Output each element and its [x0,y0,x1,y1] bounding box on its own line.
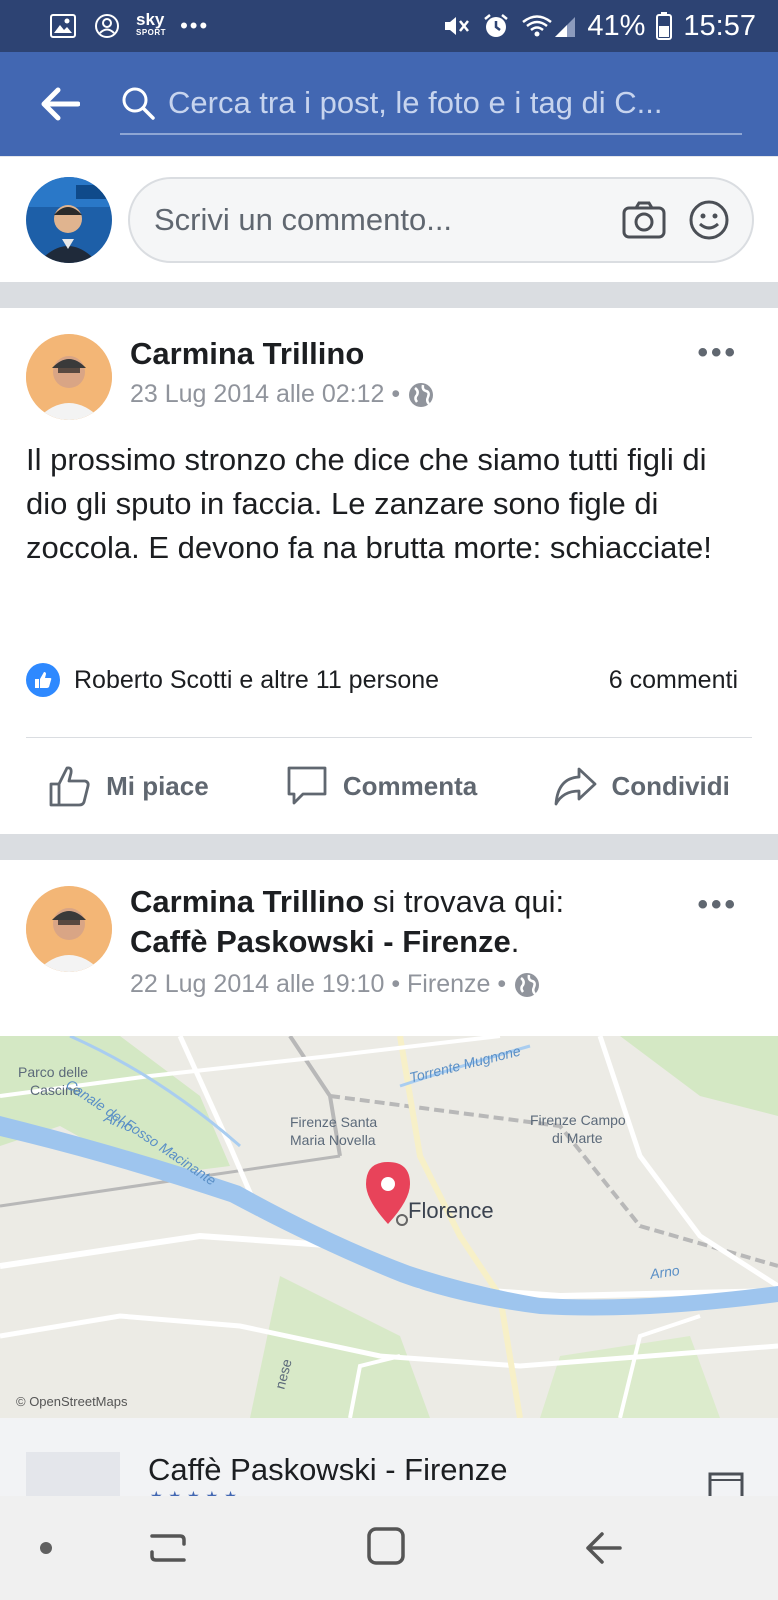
battery-percent: 41% [587,9,646,42]
map-label-campo-1: Firenze Campo [530,1112,626,1128]
map-graphic [0,1036,778,1418]
like-reaction-icon [26,663,60,697]
clock: 15:57 [683,9,756,42]
place-name: Caffè Paskowski - Firenze [148,1452,508,1487]
app-header: Cerca tra i post, le foto e i tag di C..… [0,52,778,156]
location-prefix: si trovava qui: [364,884,565,919]
alarm-icon [481,11,511,41]
post-header: Carmina Trillino si trovava qui: Caffè P… [0,860,778,1036]
author-name[interactable]: Carmina Trillino [130,336,434,372]
comment-placeholder: Scrivi un commento... [154,201,453,237]
place-link[interactable]: Caffè Paskowski - Firenze [130,924,511,959]
map-label-parco: Parco delle [18,1064,89,1080]
status-left: sky SPORT ••• [48,11,209,41]
place-line: Caffè Paskowski - Firenze. [130,922,564,962]
reactions-text: Roberto Scotti e altre 11 persone [74,665,440,694]
gallery-notification-icon [48,11,78,41]
post-meta: Carmina Trillino si trovava qui: Caffè P… [130,860,564,1036]
location-headline: Carmina Trillino si trovava qui: [130,882,564,922]
system-nav-bar [0,1496,778,1600]
comment-button[interactable]: Commenta [285,764,477,808]
map-label-smn-1: Firenze Santa [290,1114,378,1130]
place-card[interactable]: Caffè Paskowski - Firenze ★★★★★ [0,1418,778,1504]
like-button[interactable]: Mi piace [48,764,209,808]
post-actions: Mi piace Commenta Condividi [0,738,778,834]
my-avatar[interactable] [26,176,112,263]
author-avatar[interactable] [26,886,112,972]
post-timestamp[interactable]: 23 Lug 2014 alle 02:12 • [130,380,434,409]
recent-apps-icon[interactable] [148,1528,188,1568]
like-label: Mi piace [106,770,209,801]
share-arrow-icon [555,767,597,806]
globe-icon [515,972,540,997]
map-pin-icon [366,1162,410,1224]
comment-input[interactable]: Scrivi un commento... [128,176,754,263]
sky-sport-logo: sky SPORT [136,10,167,37]
author-name[interactable]: Carmina Trillino [130,884,364,919]
globe-icon [409,382,434,407]
place-thumbnail [26,1452,120,1496]
post-timestamp[interactable]: 22 Lug 2014 alle 19:10 • Firenze • [130,970,564,999]
author-avatar[interactable] [26,334,112,420]
back-button[interactable] [0,52,120,156]
post-card: Carmina Trillino si trovava qui: Caffè P… [0,860,778,1036]
status-right: 41% 15:57 [441,10,756,43]
post-card: Carmina Trillino 23 Lug 2014 alle 02:12 … [0,308,778,834]
battery-icon [655,11,673,41]
wifi-icon [521,11,577,41]
comment-tools [622,199,730,241]
timestamp-text: 22 Lug 2014 alle 19:10 • Firenze • [130,970,507,998]
comment-bubble-icon [287,766,327,805]
post-text: Il prossimo stronzo che dice che siamo t… [26,442,712,565]
map-label-florence: Florence [408,1198,494,1223]
account-notification-icon [92,11,122,41]
search-input[interactable]: Cerca tra i post, le foto e i tag di C..… [120,73,742,135]
share-button[interactable]: Condividi [553,764,730,808]
map-label-smn-2: Maria Novella [290,1132,376,1148]
map-label-campo-2: di Marte [552,1130,603,1146]
search-placeholder: Cerca tra i post, le foto e i tag di C..… [168,85,663,120]
more-notifications-icon: ••• [180,13,210,38]
share-label: Condividi [611,770,730,801]
back-nav-icon[interactable] [584,1528,624,1568]
camera-icon[interactable] [622,201,666,239]
comment-label: Commenta [342,770,478,801]
post-options-button[interactable]: ••• [697,888,738,922]
home-button-icon[interactable] [366,1526,406,1566]
save-place-icon[interactable] [708,1472,744,1496]
mute-icon [441,11,471,41]
search-icon [120,85,168,121]
post-meta: Carmina Trillino 23 Lug 2014 alle 02:12 … [130,308,434,418]
nav-indicator-dot [40,1542,52,1554]
timestamp-text: 23 Lug 2014 alle 02:12 • [130,380,401,408]
post-options-button[interactable]: ••• [697,336,738,370]
map-attribution[interactable]: © OpenStreetMaps [16,1394,127,1409]
thumbs-up-icon [49,766,90,807]
feed-separator [0,834,778,860]
back-arrow-icon [41,87,80,121]
reactions-summary[interactable]: Roberto Scotti e altre 11 persone 6 comm… [26,660,738,700]
status-bar: sky SPORT ••• 41% 15:57 [0,0,778,52]
comments-count[interactable]: 6 commenti [609,666,738,695]
location-map[interactable]: Parco delle Cascine Canale del Fosso Mac… [0,1036,778,1418]
comment-composer: Scrivi un commento... [0,156,778,282]
post-header: Carmina Trillino 23 Lug 2014 alle 02:12 … [0,308,778,420]
place-suffix: . [510,924,520,959]
emoji-icon[interactable] [688,199,730,241]
feed-separator [0,282,778,308]
